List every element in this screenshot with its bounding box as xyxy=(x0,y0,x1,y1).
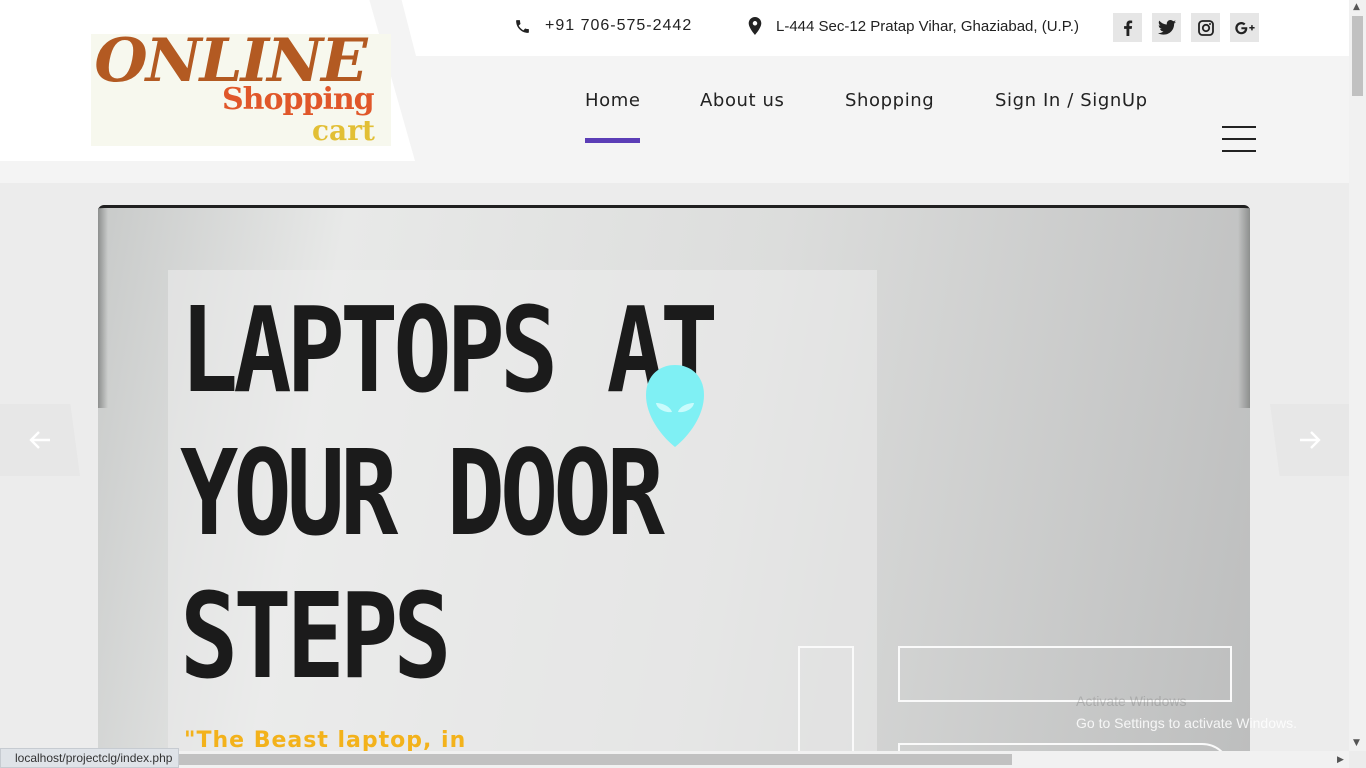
slider-next-button[interactable] xyxy=(1270,404,1350,476)
contact-address: L-444 Sec-12 Pratap Vihar, Ghaziabad, (U… xyxy=(748,17,1079,35)
phone-icon xyxy=(516,19,529,33)
status-bar-url: localhost/projectclg/index.php xyxy=(0,748,180,768)
logo-cart-text: cart xyxy=(312,114,375,147)
address-text: L-444 Sec-12 Pratap Vihar, Ghaziabad, (U… xyxy=(776,17,1079,35)
laptop-outline-graphic-3 xyxy=(898,743,1232,751)
scroll-right-arrow-icon[interactable]: ▶ xyxy=(1337,755,1344,765)
arrow-left-icon xyxy=(29,431,50,449)
logo-shopping-text: Shopping xyxy=(222,82,375,117)
slider-prev-button[interactable] xyxy=(0,404,80,476)
phone-number: +91 706-575-2442 xyxy=(545,17,693,34)
contact-phone[interactable]: +91 706-575-2442 xyxy=(514,17,692,35)
alienware-logo-icon xyxy=(646,365,704,447)
hero-headline: LAPTOPS AT YOUR DOOR STEPS xyxy=(180,279,718,708)
active-nav-indicator xyxy=(585,138,640,143)
laptop-edge-right xyxy=(1238,208,1250,408)
location-pin-icon xyxy=(748,17,762,35)
watermark-subtitle: Go to Settings to activate Windows. xyxy=(1076,715,1297,731)
arrow-right-icon xyxy=(1300,431,1321,449)
hero-tagline: "The Beast laptop, in xyxy=(184,728,467,751)
nav-home[interactable]: Home xyxy=(585,90,641,111)
nav-sign-in-signup[interactable]: Sign In / SignUp xyxy=(995,90,1148,111)
laptop-edge-left xyxy=(98,208,108,408)
instagram-link[interactable] xyxy=(1191,13,1220,42)
windows-activation-watermark: Activate Windows Go to Settings to activ… xyxy=(1076,690,1297,734)
vertical-scroll-thumb[interactable] xyxy=(1352,16,1363,96)
nav-about-us[interactable]: About us xyxy=(700,90,785,111)
facebook-link[interactable] xyxy=(1113,13,1142,42)
twitter-icon xyxy=(1157,20,1176,35)
facebook-icon xyxy=(1123,19,1132,36)
twitter-link[interactable] xyxy=(1152,13,1181,42)
headline-line-2: YOUR DOOR xyxy=(180,424,665,562)
headline-line-1: LAPTOPS AT xyxy=(180,281,718,419)
google-plus-link[interactable] xyxy=(1230,13,1259,42)
google-plus-icon xyxy=(1234,21,1255,34)
vertical-scrollbar[interactable] xyxy=(1349,0,1366,751)
instagram-icon xyxy=(1197,19,1214,36)
headline-line-3: STEPS xyxy=(180,567,452,705)
scroll-down-arrow-icon[interactable]: ▼ xyxy=(1353,738,1360,748)
hamburger-menu-icon[interactable] xyxy=(1222,126,1256,152)
hero-slider: LAPTOPS AT YOUR DOOR STEPS "The Beast la… xyxy=(0,183,1349,751)
watermark-title: Activate Windows xyxy=(1076,693,1187,709)
laptop-outline-graphic-1 xyxy=(798,646,854,751)
nav-shopping[interactable]: Shopping xyxy=(845,90,934,111)
scroll-up-arrow-icon[interactable]: ▲ xyxy=(1353,2,1360,12)
